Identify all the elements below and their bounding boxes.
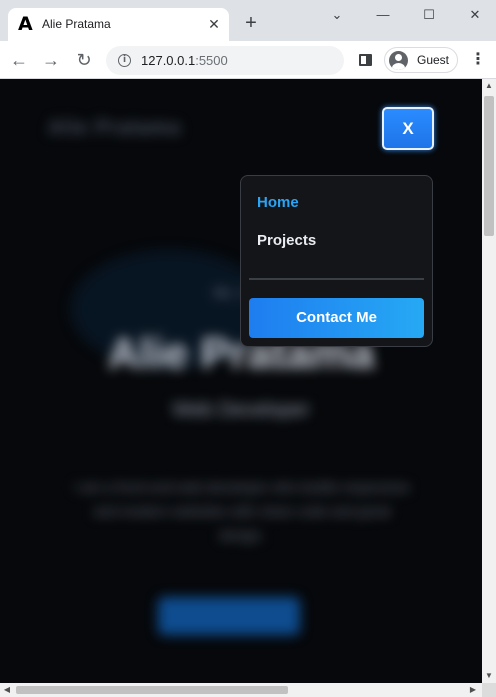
- url-text[interactable]: 127.0.0.1:5500: [141, 53, 228, 68]
- horizontal-scroll-thumb[interactable]: [16, 686, 288, 694]
- nav-dropdown-menu: Home Projects Contact Me: [240, 175, 433, 347]
- menu-divider: [249, 278, 424, 280]
- scroll-up-icon[interactable]: ▲: [482, 81, 496, 91]
- address-bar[interactable]: i 127.0.0.1:5500: [106, 46, 344, 75]
- minimize-button[interactable]: —: [368, 4, 398, 26]
- browser-tabstrip: A Alie Pratama ✕ + ⌄ — ☐ ✕: [0, 0, 496, 41]
- hero-role: Web Developer: [172, 399, 310, 421]
- maximize-button[interactable]: ☐: [414, 4, 444, 26]
- window-close-button[interactable]: ✕: [460, 4, 490, 26]
- nav-item-projects[interactable]: Projects: [257, 232, 316, 249]
- scroll-down-icon[interactable]: ▼: [482, 671, 496, 681]
- nav-item-home[interactable]: Home: [257, 194, 299, 211]
- profile-button[interactable]: Guest: [384, 47, 458, 73]
- tab-close-icon[interactable]: ✕: [206, 16, 222, 32]
- profile-avatar-icon: [389, 51, 408, 70]
- horizontal-scrollbar[interactable]: ◀ ▶: [0, 683, 482, 697]
- site-logo: Alie Pratama: [48, 117, 182, 139]
- menu-close-button[interactable]: X: [382, 107, 434, 150]
- browser-toolbar: ← → ↻ i 127.0.0.1:5500 Guest ⋮: [0, 41, 496, 78]
- back-icon[interactable]: ←: [8, 49, 30, 71]
- profile-name: Guest: [417, 53, 450, 67]
- info-icon[interactable]: i: [118, 54, 131, 67]
- tab-search-icon[interactable]: ⌄: [322, 4, 352, 26]
- browser-menu-icon[interactable]: ⋮: [470, 50, 486, 70]
- forward-icon[interactable]: →: [40, 49, 62, 71]
- hero-cta-button: [158, 597, 300, 635]
- browser-tab[interactable]: A Alie Pratama ✕: [8, 8, 229, 41]
- new-tab-button[interactable]: +: [240, 12, 262, 34]
- tab-title: Alie Pratama: [42, 17, 111, 31]
- url-host: 127.0.0.1: [141, 53, 196, 68]
- vertical-scroll-thumb[interactable]: [484, 96, 494, 236]
- scroll-left-icon[interactable]: ◀: [2, 683, 12, 697]
- blurred-page-background: Alie Pratama Hi, I am Alie Pratama Web D…: [0, 79, 482, 683]
- page-viewport: Alie Pratama Hi, I am Alie Pratama Web D…: [0, 79, 482, 683]
- scroll-right-icon[interactable]: ▶: [468, 683, 478, 697]
- contact-me-button[interactable]: Contact Me: [249, 298, 424, 338]
- hero-description: I am a front-end web developer who build…: [74, 479, 410, 543]
- url-port: :5500: [195, 53, 228, 68]
- reload-icon[interactable]: ↻: [73, 49, 95, 71]
- vertical-scrollbar[interactable]: ▲ ▼: [482, 79, 496, 683]
- scrollbar-corner: [482, 683, 496, 697]
- site-favicon-icon: A: [18, 13, 33, 35]
- side-panel-icon[interactable]: [359, 54, 372, 66]
